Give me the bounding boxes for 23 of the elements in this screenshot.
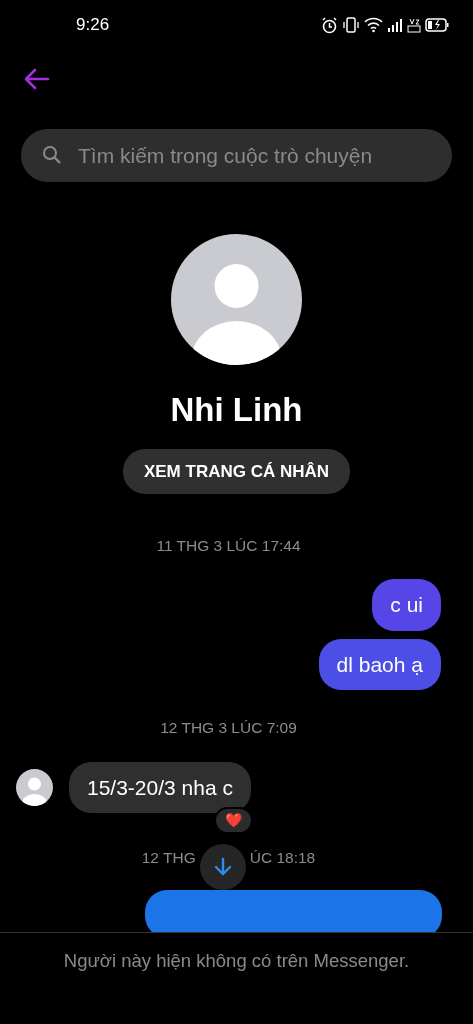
message-bubble: 15/3-20/3 nha c bbox=[69, 761, 251, 813]
battery-icon bbox=[425, 18, 449, 32]
alarm-icon bbox=[321, 16, 338, 34]
timestamp: 12 THG bbox=[141, 848, 196, 868]
view-profile-button[interactable]: XEM TRANG CÁ NHÂN bbox=[122, 448, 351, 494]
avatar bbox=[16, 768, 53, 806]
timestamp: 11 THG 3 LÚC 17:44 bbox=[155, 536, 302, 556]
vibrate-icon bbox=[342, 16, 360, 34]
timestamp: 12 THG 3 LÚC 7:09 bbox=[159, 718, 298, 739]
volte-icon bbox=[407, 17, 421, 33]
search-field[interactable]: Tìm kiếm trong cuộc trò chuyện bbox=[21, 129, 452, 182]
timestamp: ÚC 18:18 bbox=[249, 848, 316, 868]
scroll-down-button[interactable] bbox=[199, 844, 246, 890]
footer-notice: Người này hiện không có trên Messenger. bbox=[0, 932, 473, 1024]
wifi-icon bbox=[364, 17, 383, 33]
message-bubble: dl baoh ạ bbox=[318, 638, 441, 691]
contact-name: Nhi Linh bbox=[170, 390, 303, 430]
message-bubble: c ui bbox=[372, 579, 441, 631]
signal-icon bbox=[387, 18, 403, 32]
clock-time: 9:26 bbox=[76, 14, 110, 37]
back-arrow-icon[interactable] bbox=[24, 67, 50, 90]
down-arrow-icon bbox=[213, 857, 232, 877]
heart-reaction: ❤ bbox=[213, 807, 253, 834]
